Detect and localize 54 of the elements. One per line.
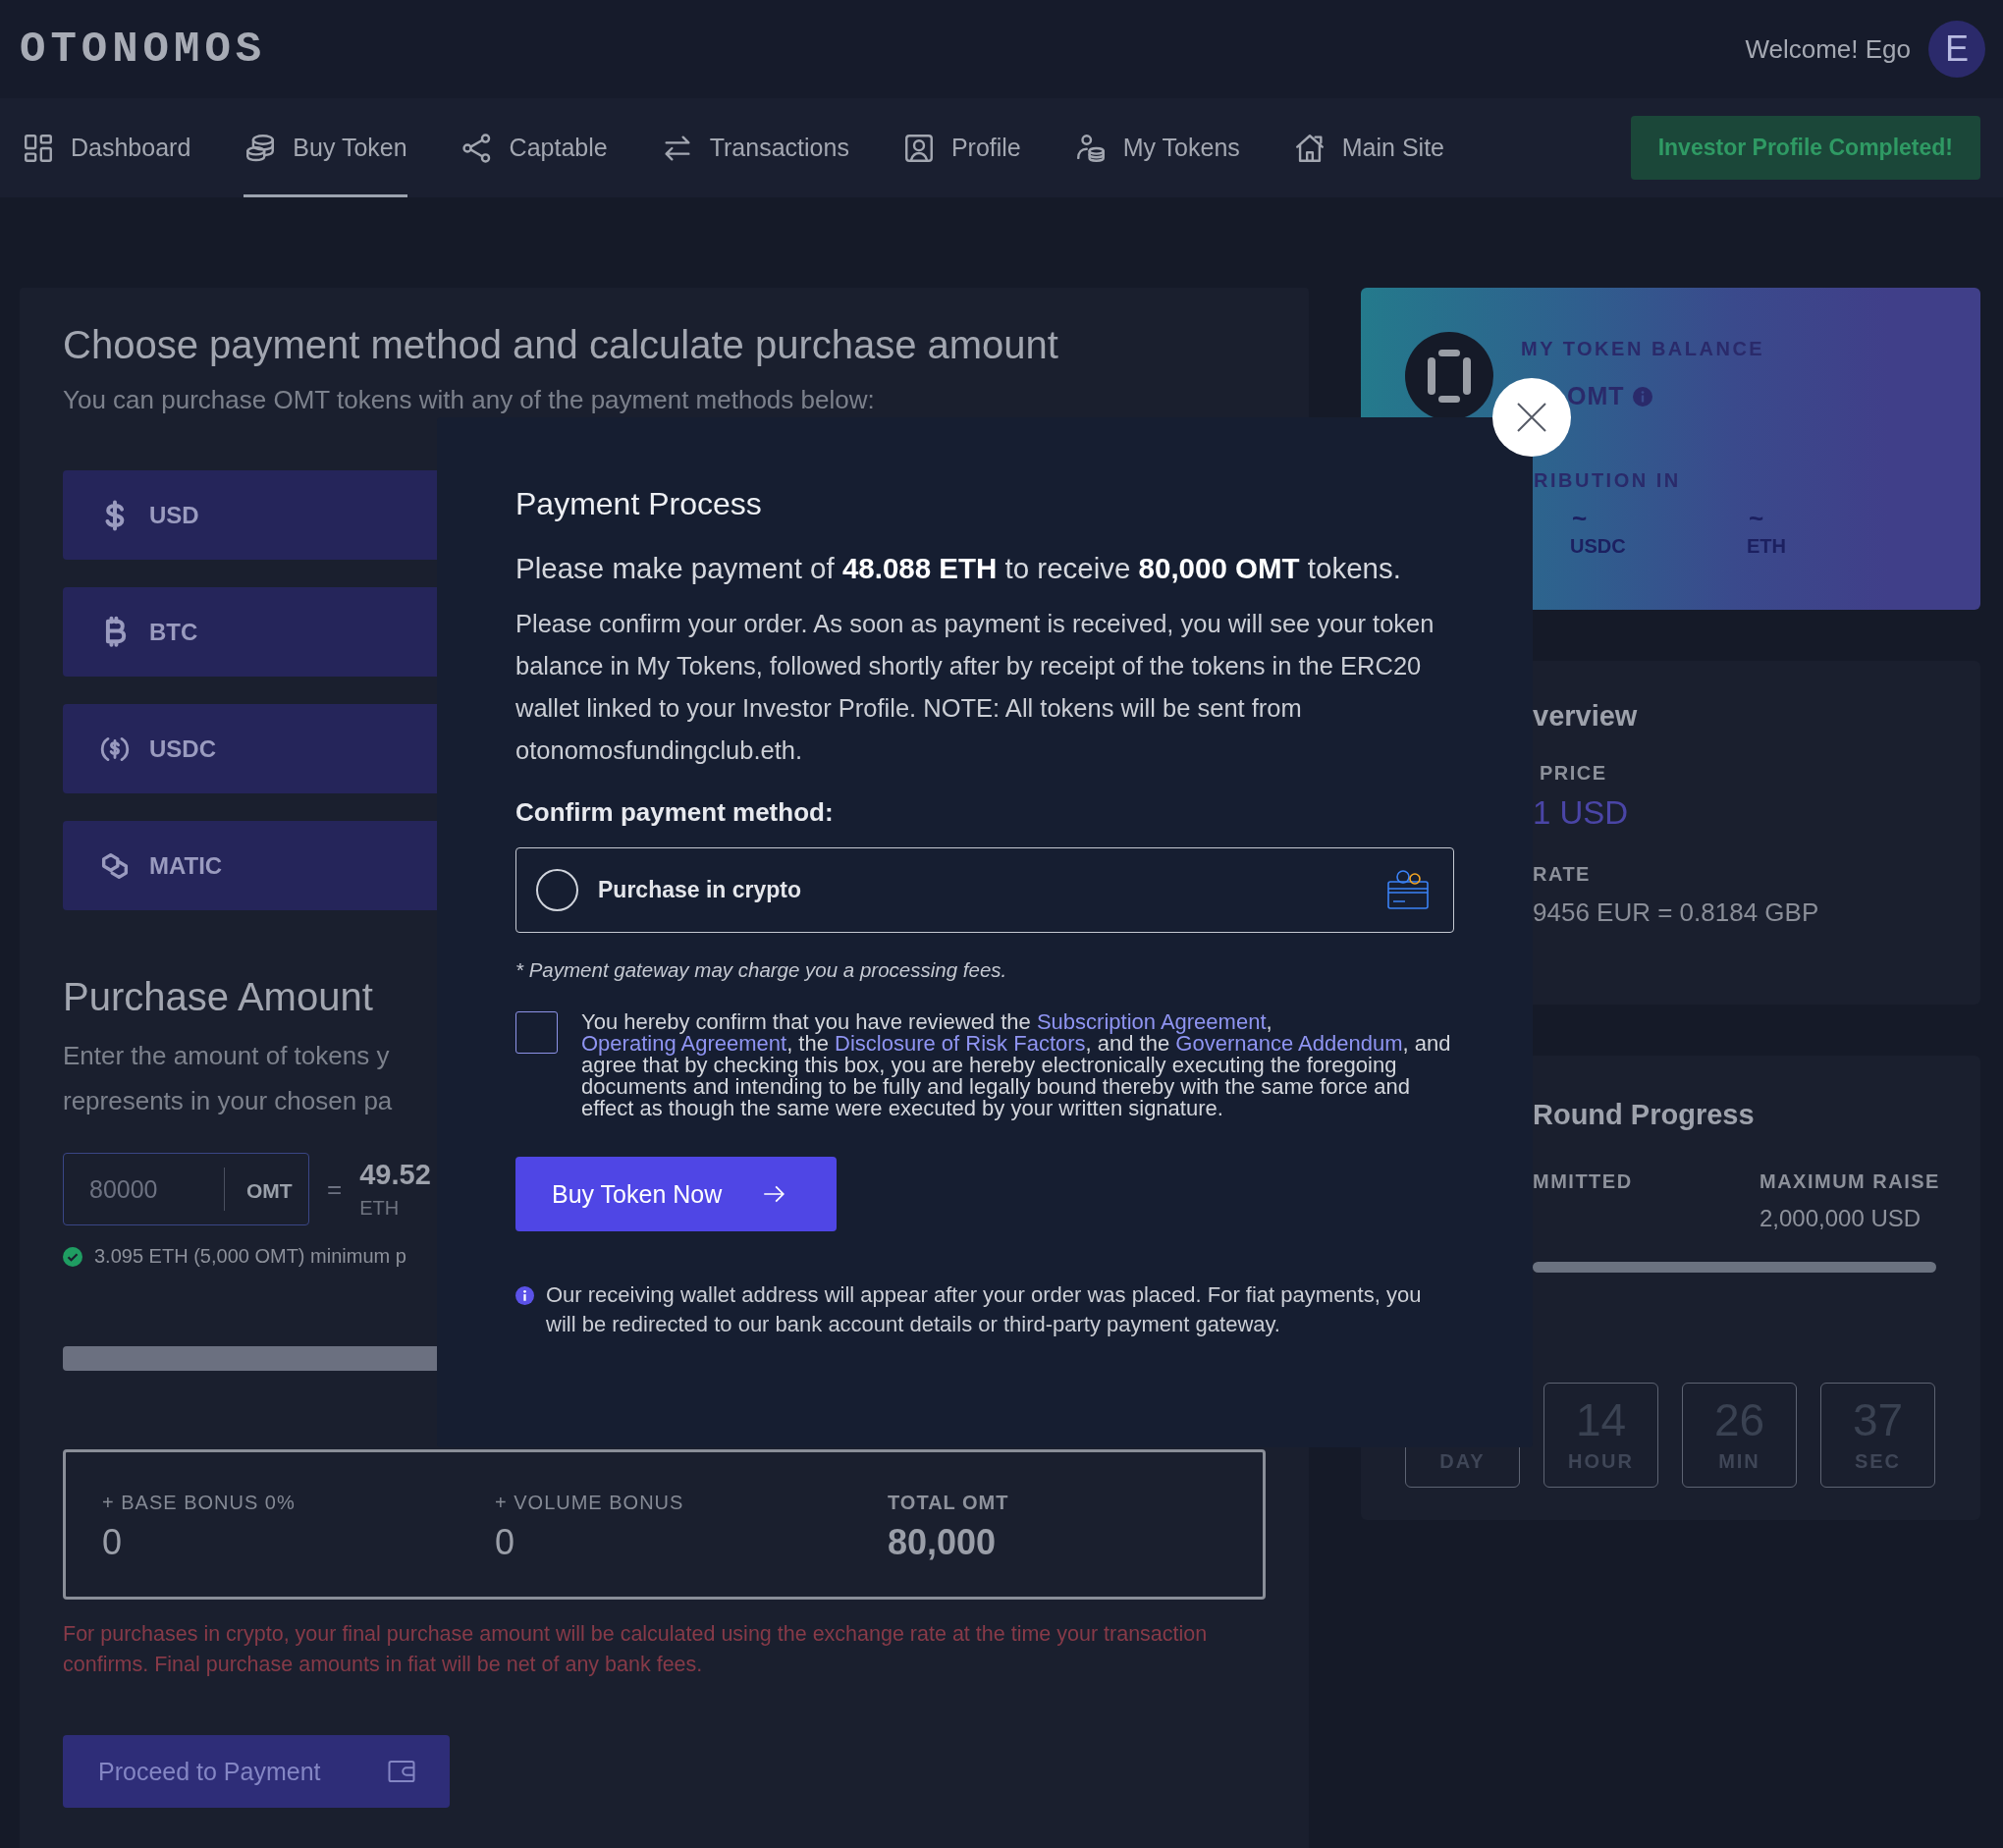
nav-tab[interactable]: Dashboard <box>22 98 191 197</box>
payment-option[interactable]: Purchase in crypto <box>515 847 1454 933</box>
agreement-link[interactable]: Subscription Agreement <box>1036 1009 1267 1034</box>
price-value: 1 USD <box>1533 794 1630 832</box>
nav-tab[interactable]: Transactions <box>660 98 849 197</box>
price-label: PRICE <box>1539 762 1608 785</box>
converted-amount: 49.52 <box>359 1159 431 1191</box>
consent-text: You hereby confirm that you have reviewed the Subscription Agreement, Operating Agreement, the Disclosure of Risk Factors, and the Governance Addendum, and agree that by checking this box, you are hereby electronically executing the foregoing documents and intending to be fully and legally bound thereby with the same force and effect as though the same were executed by your written signature. <box>581 1011 1452 1119</box>
section-subtitle: You can purchase OMT tokens with any of the payment methods below: <box>63 385 876 415</box>
check-circle-icon <box>63 1246 82 1267</box>
nav-tab[interactable]: Buy Token <box>244 98 407 197</box>
amount-input-field[interactable]: 80000 <box>64 1168 225 1211</box>
rate-label: RATE <box>1533 863 1592 886</box>
info-text: Our receiving wallet address will appear after your order was placed. For fiat payments, you will be redirected to our bank account details or third-party payment gateway. <box>546 1281 1423 1338</box>
disclaimer-text: For purchases in crypto, your final purchase amount will be calculated using the exchange rate at the time your transaction confirms. Final purchase amounts in fiat will be net of any bank fees. <box>63 1621 1209 1678</box>
currency-unit: USDC <box>1570 535 1627 558</box>
consent-checkbox[interactable] <box>515 1011 558 1054</box>
logo: OTONOMOS <box>20 25 267 74</box>
maximum-raise-value: 2,000,000 USD <box>1759 1205 1922 1232</box>
currency-amount: ~ <box>1571 506 1589 531</box>
nav-tab[interactable]: Main Site <box>1292 98 1444 197</box>
bonus-value: 80,000 <box>888 1522 998 1563</box>
equals-sign: = <box>327 1173 343 1205</box>
nav-tab[interactable]: Captable <box>460 98 608 197</box>
crypto-wallet-icon <box>1386 868 1430 912</box>
bonus-label: + BASE BONUS 0% <box>102 1492 297 1514</box>
minimum-note: 3.095 ETH (5,000 OMT) minimum p <box>94 1245 406 1268</box>
buy-token-button[interactable]: Buy Token Now <box>515 1157 837 1231</box>
nav-tab[interactable]: My Tokens <box>1073 98 1240 197</box>
radio-button[interactable] <box>536 869 578 911</box>
amount-description: represents in your chosen pa <box>63 1085 393 1117</box>
bonus-label: + VOLUME BONUS <box>495 1492 685 1514</box>
maximum-raise-label: MAXIMUM RAISE <box>1759 1170 1940 1193</box>
card-title: verview <box>1533 700 1639 733</box>
info-icon <box>515 1286 534 1305</box>
bonus-value: 0 <box>495 1522 516 1563</box>
committed-label: MMITTED <box>1533 1170 1634 1193</box>
fee-note: * Payment gateway may charge you a processing fees. <box>515 958 1008 982</box>
amount-field[interactable]: 80000 OMT <box>63 1153 309 1225</box>
currency-amount: ~ <box>1748 506 1765 531</box>
rate-value: 9456 EUR = 0.8184 GBP <box>1533 897 1820 928</box>
converted-unit: ETH <box>359 1197 401 1220</box>
welcome-text: Welcome! Ego <box>1745 33 1911 65</box>
amount-description: Enter the amount of tokens y <box>63 1040 390 1072</box>
card-title: Round Progress <box>1533 1099 1756 1131</box>
section-title: Purchase Amount <box>63 975 373 1019</box>
agreement-link[interactable]: Disclosure of Risk Factors <box>835 1031 1086 1056</box>
user-avatar[interactable]: E <box>1928 21 1985 78</box>
proceed-button[interactable]: Proceed to Payment <box>63 1735 450 1808</box>
bonus-value: 0 <box>102 1522 124 1563</box>
nav-tab[interactable]: Profile <box>901 98 1021 197</box>
bonus-label: TOTAL OMT <box>888 1492 1010 1514</box>
section-title: Choose payment method and calculate purchase amount <box>63 323 1058 367</box>
unit-label: OMT <box>245 1178 293 1203</box>
